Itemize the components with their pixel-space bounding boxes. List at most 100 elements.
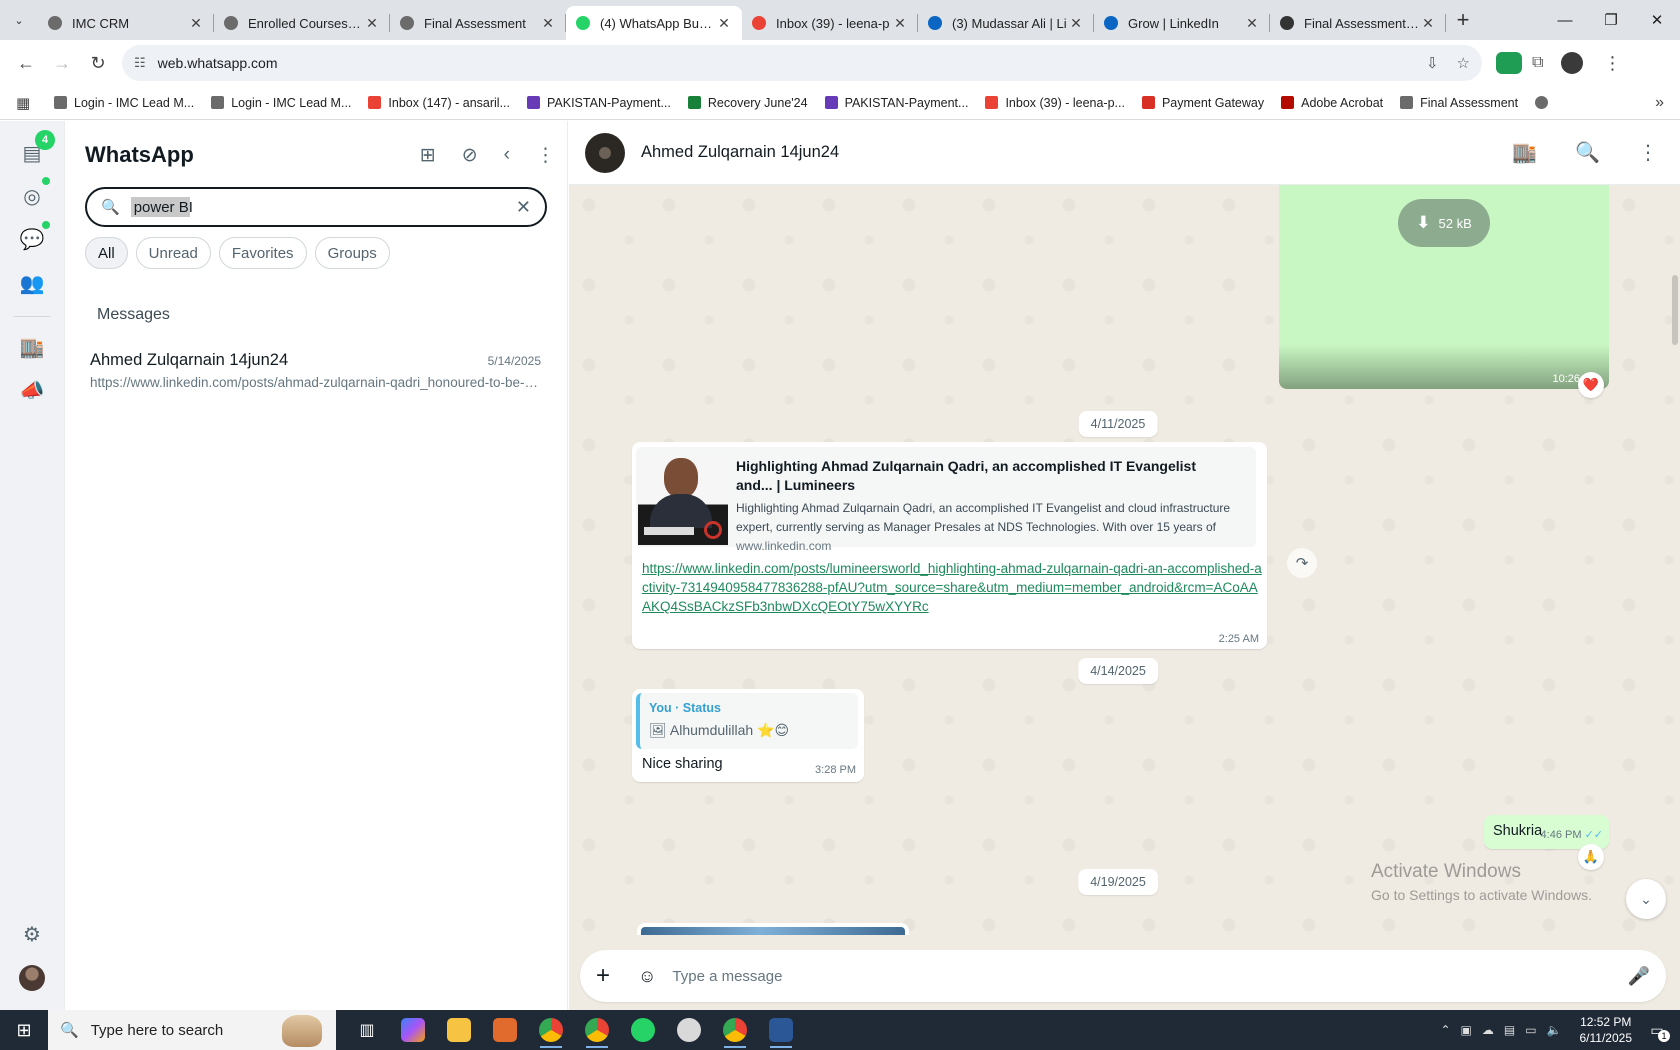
restore-icon[interactable]: ❐ xyxy=(1588,0,1634,40)
sticker-emoji-icon[interactable]: ☺ xyxy=(638,966,656,987)
bookmark-item[interactable]: Adobe Acrobat xyxy=(1281,96,1383,110)
contact-avatar[interactable] xyxy=(585,132,625,173)
tab-close-icon[interactable]: ✕ xyxy=(892,15,908,32)
tab-close-icon[interactable]: ✕ xyxy=(188,15,204,32)
chat-search-input[interactable] xyxy=(133,198,516,216)
tab-close-icon[interactable]: ✕ xyxy=(540,15,556,32)
taskbar-search[interactable]: 🔍 Type here to search xyxy=(48,1010,336,1050)
tab-close-icon[interactable]: ✕ xyxy=(1068,15,1084,32)
tray-app-icon[interactable]: ▤ xyxy=(1504,1023,1515,1037)
extensions-puzzle-icon[interactable]: ⧉ xyxy=(1532,54,1543,72)
outgoing-media-message[interactable]: ⬇ 52 kB 10:26 AM xyxy=(1279,185,1609,389)
bookmark-item[interactable]: PAKISTAN-Payment... xyxy=(527,96,671,110)
bookmark-item[interactable]: Final Assessment xyxy=(1400,96,1518,110)
settings-gear-icon[interactable]: ⚙ xyxy=(19,921,45,947)
whatsapp-extension-icon[interactable] xyxy=(1496,52,1522,74)
link-url[interactable]: https://www.linkedin.com/posts/lumineers… xyxy=(642,559,1262,616)
communities-icon[interactable]: 👥 xyxy=(19,270,45,296)
catalog-store-icon[interactable]: 🏬 xyxy=(19,334,45,360)
search-result-item[interactable]: Ahmed Zulqarnain 14jun24 5/14/2025 https… xyxy=(65,343,568,407)
bookmark-item[interactable]: PAKISTAN-Payment... xyxy=(824,96,968,110)
tab-close-icon[interactable]: ✕ xyxy=(716,15,732,32)
browser-tab[interactable]: Final Assessment Cl ✕ xyxy=(1270,6,1446,40)
search-icon[interactable]: 🔍 xyxy=(1575,140,1600,165)
scrollbar-thumb[interactable] xyxy=(1672,275,1678,345)
incoming-link-message[interactable]: Highlighting Ahmad Zulqarnain Qadri, an … xyxy=(632,442,1267,649)
pinned-app-icon[interactable] xyxy=(482,1010,528,1050)
bookmark-star-icon[interactable]: ☆ xyxy=(1457,54,1470,72)
media-download-button[interactable]: ⬇ 52 kB xyxy=(1398,199,1490,247)
bookmark-item[interactable]: Payment Gateway xyxy=(1141,96,1264,110)
browser-tab[interactable]: Final Assessment ✕ xyxy=(390,6,566,40)
bookmark-item[interactable]: Login - IMC Lead M... xyxy=(211,96,351,110)
collapse-chevron-icon[interactable]: ‹ xyxy=(504,144,510,167)
file-explorer-icon[interactable] xyxy=(436,1010,482,1050)
new-chat-icon[interactable]: ⊞ xyxy=(420,144,436,167)
network-icon[interactable]: ▭ xyxy=(1525,1023,1536,1037)
browser-tab[interactable]: IMC CRM ✕ xyxy=(38,6,214,40)
back-arrow-icon[interactable]: ← xyxy=(8,45,44,81)
browser-menu-icon[interactable]: ⋮ xyxy=(1603,53,1621,74)
new-tab-plus-icon[interactable]: + xyxy=(1446,7,1480,33)
status-icon[interactable]: ◎ xyxy=(19,183,45,209)
tray-app-icon[interactable]: ▣ xyxy=(1461,1023,1472,1037)
copilot-icon[interactable] xyxy=(390,1010,436,1050)
word-icon[interactable] xyxy=(758,1010,804,1050)
notifications-icon[interactable]: ▭ 1 xyxy=(1642,1010,1672,1050)
browser-tab[interactable]: (4) WhatsApp Busine ✕ xyxy=(566,6,742,40)
filter-unread[interactable]: Unread xyxy=(135,237,211,269)
chrome-profile-icon[interactable] xyxy=(574,1010,620,1050)
channels-icon[interactable]: 💬 xyxy=(19,226,45,252)
browser-tab[interactable]: (3) Mudassar Ali | Li ✕ xyxy=(918,6,1094,40)
microphone-icon[interactable]: 🎤 xyxy=(1628,966,1650,987)
forward-icon[interactable]: ↷ xyxy=(1287,548,1317,578)
windows-start-icon[interactable]: ⊞ xyxy=(0,1010,48,1050)
bookmark-item[interactable]: Inbox (147) - ansaril... xyxy=(368,96,510,110)
tab-close-icon[interactable]: ✕ xyxy=(364,15,380,32)
hide-eye-icon[interactable]: ⊘ xyxy=(462,144,478,167)
tab-close-icon[interactable]: ✕ xyxy=(1420,15,1436,32)
filter-groups[interactable]: Groups xyxy=(314,237,390,269)
filter-favorites[interactable]: Favorites xyxy=(218,237,307,269)
tab-close-icon[interactable]: ✕ xyxy=(1244,15,1260,32)
chrome-icon[interactable] xyxy=(528,1010,574,1050)
chrome-icon[interactable] xyxy=(712,1010,758,1050)
close-window-icon[interactable]: ✕ xyxy=(1634,0,1680,40)
bookmark-item[interactable]: Login - IMC Lead M... xyxy=(54,96,194,110)
incoming-status-reply[interactable]: You · Status 🖼 Alhumdulillah ⭐😊 Nice sha… xyxy=(632,689,864,782)
tray-app-icon[interactable]: ☁ xyxy=(1482,1023,1494,1037)
whatsapp-icon[interactable] xyxy=(620,1010,666,1050)
volume-icon[interactable]: 🔈 xyxy=(1547,1023,1562,1037)
apps-grid-icon[interactable]: ▦ xyxy=(16,94,40,112)
bookmark-item[interactable]: Inbox (39) - leena-p... xyxy=(985,96,1125,110)
attach-plus-icon[interactable]: + xyxy=(596,962,618,990)
address-bar[interactable]: ☷ web.whatsapp.com ⇩ ☆ xyxy=(122,45,1482,81)
forward-arrow-icon[interactable]: → xyxy=(44,45,80,81)
bookmarks-overflow-icon[interactable]: » xyxy=(1655,94,1664,112)
quoted-status[interactable]: You · Status 🖼 Alhumdulillah ⭐😊 xyxy=(636,693,858,749)
message-list[interactable]: ⬇ 52 kB 10:26 AM ❤️ 4/11/2025 Highlighti… xyxy=(569,185,1680,935)
heart-reaction[interactable]: ❤️ xyxy=(1578,372,1604,398)
browser-tab[interactable]: Enrolled Courses | IM ✕ xyxy=(214,6,390,40)
browser-tab[interactable]: Inbox (39) - leena-p ✕ xyxy=(742,6,918,40)
reload-icon[interactable]: ↻ xyxy=(80,45,116,81)
menu-kebab-icon[interactable]: ⋮ xyxy=(1638,140,1658,165)
message-input[interactable] xyxy=(672,967,1628,985)
task-view-icon[interactable]: ▥ xyxy=(344,1010,390,1050)
clock[interactable]: 12:52 PM 6/11/2025 xyxy=(1580,1014,1633,1046)
contact-name[interactable]: Ahmed Zulqarnain 14jun24 xyxy=(641,143,839,162)
filter-all[interactable]: All xyxy=(85,237,128,269)
profile-avatar[interactable] xyxy=(1561,52,1584,74)
advertise-megaphone-icon[interactable]: 📣 xyxy=(19,377,45,403)
scroll-down-chevron-icon[interactable]: ⌄ xyxy=(1626,879,1666,919)
catalog-store-icon[interactable]: 🏬 xyxy=(1512,140,1537,165)
clear-search-icon[interactable]: ✕ xyxy=(516,197,531,218)
bookmark-extra-icon[interactable] xyxy=(1535,96,1555,109)
incoming-image-preview[interactable] xyxy=(637,923,909,935)
bookmark-item[interactable]: Recovery June'24 xyxy=(687,96,808,110)
site-info-icon[interactable]: ☷ xyxy=(134,55,146,71)
link-preview-card[interactable]: Highlighting Ahmad Zulqarnain Qadri, an … xyxy=(636,447,1256,553)
install-app-icon[interactable]: ⇩ xyxy=(1426,54,1439,72)
menu-kebab-icon[interactable]: ⋮ xyxy=(536,144,555,167)
pinned-app-icon[interactable] xyxy=(666,1010,712,1050)
